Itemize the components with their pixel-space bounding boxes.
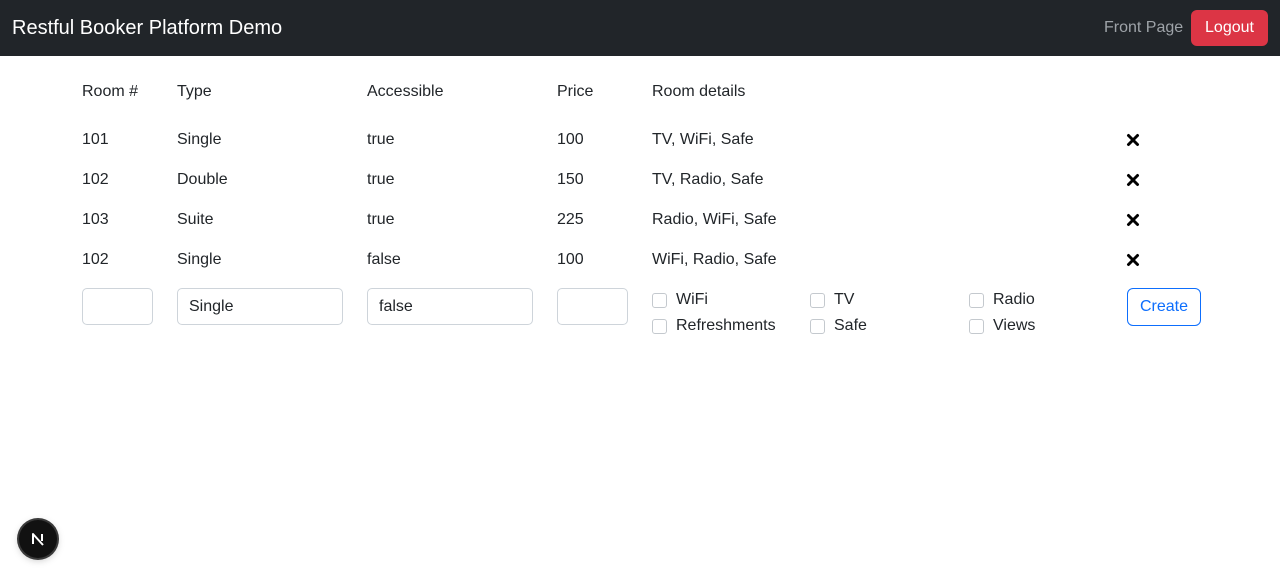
room-type-cell: Suite: [177, 211, 214, 228]
tv-checkbox[interactable]: TV: [810, 290, 854, 310]
checkbox-label: Views: [993, 317, 1036, 334]
room-accessible-cell: true: [367, 171, 395, 188]
room-price-cell: 225: [557, 211, 584, 228]
header-room-number: Room #: [82, 83, 139, 100]
checkbox-box[interactable]: [810, 292, 825, 308]
room-number-cell: 101: [82, 131, 109, 148]
close-icon[interactable]: [1126, 253, 1140, 267]
checkbox-box[interactable]: [969, 318, 984, 334]
top-navbar: Restful Booker Platform Demo Front Page …: [0, 0, 1280, 56]
header-type: Type: [177, 83, 212, 100]
room-number-input[interactable]: [82, 288, 153, 325]
create-room-button[interactable]: Create: [1127, 288, 1201, 326]
refreshments-checkbox[interactable]: Refreshments: [652, 316, 776, 336]
n-glyph-icon: [32, 533, 44, 546]
room-details-cell: TV, WiFi, Safe: [652, 131, 754, 148]
accessible-select[interactable]: false: [367, 288, 533, 325]
room-type-cell: Single: [177, 131, 222, 148]
room-accessible-cell: true: [367, 131, 395, 148]
wifi-checkbox[interactable]: WiFi: [652, 290, 708, 310]
room-details-cell: Radio, WiFi, Safe: [652, 211, 777, 228]
room-price-cell: 100: [557, 131, 584, 148]
header-accessible: Accessible: [367, 83, 444, 100]
close-icon[interactable]: [1126, 173, 1140, 187]
front-page-link[interactable]: Front Page: [1104, 18, 1183, 38]
room-price-cell: 150: [557, 171, 584, 188]
room-accessible-cell: true: [367, 211, 395, 228]
brand-title[interactable]: Restful Booker Platform Demo: [12, 15, 282, 41]
checkbox-label: Refreshments: [676, 317, 776, 334]
checkbox-label: WiFi: [676, 291, 708, 308]
checkbox-label: Safe: [834, 317, 867, 334]
room-details-cell: TV, Radio, Safe: [652, 171, 764, 188]
close-icon[interactable]: [1126, 213, 1140, 227]
header-room-details: Room details: [652, 83, 746, 100]
room-type-select[interactable]: Single: [177, 288, 343, 325]
close-icon[interactable]: [1126, 133, 1140, 147]
room-price-input[interactable]: [557, 288, 628, 325]
room-type-selected: Single: [189, 297, 234, 315]
checkbox-box[interactable]: [810, 318, 825, 334]
room-number-cell: 102: [82, 251, 109, 268]
safe-checkbox[interactable]: Safe: [810, 316, 867, 336]
room-number-cell: 103: [82, 211, 109, 228]
room-type-cell: Double: [177, 171, 228, 188]
checkbox-box[interactable]: [969, 292, 984, 308]
checkbox-label: Radio: [993, 291, 1035, 308]
header-price: Price: [557, 83, 594, 100]
radio-checkbox[interactable]: Radio: [969, 290, 1035, 310]
room-type-cell: Single: [177, 251, 222, 268]
room-price-cell: 100: [557, 251, 584, 268]
room-accessible-cell: false: [367, 251, 401, 268]
checkbox-box[interactable]: [652, 292, 667, 308]
room-details-cell: WiFi, Radio, Safe: [652, 251, 777, 268]
views-checkbox[interactable]: Views: [969, 316, 1035, 336]
room-number-cell: 102: [82, 171, 109, 188]
checkbox-label: TV: [834, 291, 855, 308]
checkbox-box[interactable]: [652, 318, 667, 334]
logout-button[interactable]: Logout: [1191, 10, 1268, 46]
n-logo-icon[interactable]: [19, 520, 57, 558]
accessible-selected: false: [379, 297, 413, 315]
